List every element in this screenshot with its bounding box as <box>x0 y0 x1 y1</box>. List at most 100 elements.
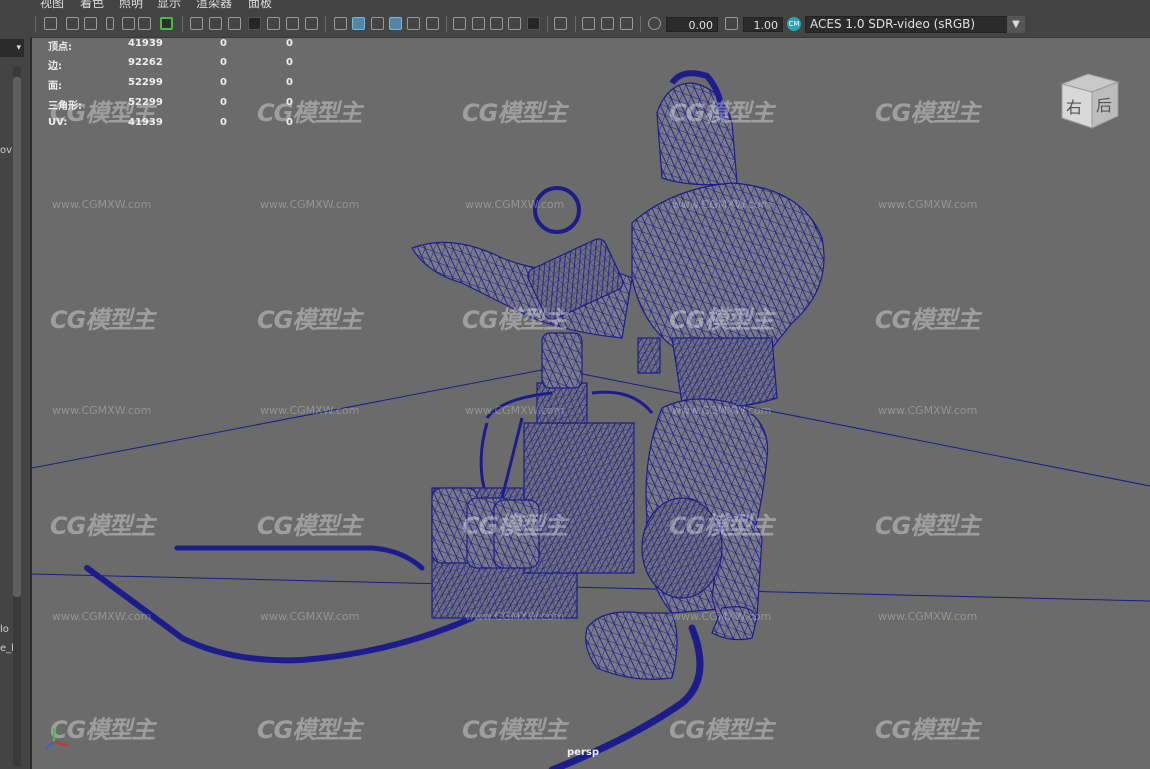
chevron-down-icon[interactable]: ▼ <box>1007 16 1025 33</box>
gate-mask-icon[interactable] <box>248 17 261 30</box>
textured-icon[interactable] <box>426 17 439 30</box>
watermark-url: www.CGMXW.com <box>672 198 772 211</box>
hud-value: 0 <box>220 77 227 88</box>
xray-active-components-icon[interactable] <box>601 17 614 30</box>
panel-text-fragment: ov <box>0 145 13 156</box>
hud-value: 0 <box>286 77 293 88</box>
hud-value: 41939 <box>128 38 163 49</box>
watermark-url: www.CGMXW.com <box>260 610 360 623</box>
hud-value: 0 <box>286 38 293 49</box>
hud-value: 92262 <box>128 57 163 68</box>
toolbar-divider <box>575 16 576 32</box>
watermark-url: www.CGMXW.com <box>52 610 152 623</box>
safe-action-icon[interactable] <box>286 17 299 30</box>
panel-text-fragment: e_l <box>0 643 14 654</box>
left-side-panel: ▾ ov lo e_l <box>0 37 32 769</box>
hud-value: 41939 <box>128 117 163 128</box>
watermark-logo: CG模型主 <box>50 512 155 540</box>
menu-shading[interactable]: 着色 <box>80 0 104 10</box>
menu-renderer[interactable]: 渲染器 <box>196 0 232 10</box>
watermark-logo: CG模型主 <box>669 99 774 127</box>
hud-label: UV: <box>48 117 68 128</box>
watermark-logo: CG模型主 <box>875 99 980 127</box>
two-d-pan-icon[interactable] <box>138 17 151 30</box>
menu-show[interactable]: 显示 <box>157 0 181 10</box>
hud-value: 0 <box>286 117 293 128</box>
exposure-icon[interactable] <box>648 17 661 30</box>
toolbar-divider <box>547 16 548 32</box>
watermark-url: www.CGMXW.com <box>52 404 152 417</box>
toolbar-divider <box>182 16 183 32</box>
panel-menu-bar: 视图 着色 照明 显示 渲染器 面板 <box>0 0 1150 12</box>
menu-view[interactable]: 视图 <box>40 0 64 10</box>
watermark-url: www.CGMXW.com <box>878 198 978 211</box>
xray-joints-icon[interactable] <box>582 17 595 30</box>
watermark-logo: CG模型主 <box>875 306 980 334</box>
watermark-url: www.CGMXW.com <box>465 404 565 417</box>
backface-culling-icon[interactable] <box>620 17 633 30</box>
panel-dropdown[interactable]: ▾ <box>0 39 24 57</box>
watermark-logo: CG模型主 <box>875 716 980 744</box>
hud-value: 0 <box>220 97 227 108</box>
hud-value: 52299 <box>128 97 163 108</box>
watermark-logo: CG模型主 <box>257 512 362 540</box>
watermark-logo: CG模型主 <box>462 512 567 540</box>
hud-label: 面: <box>48 81 62 92</box>
use-all-lights-icon[interactable] <box>453 17 466 30</box>
wireframe-icon[interactable] <box>334 17 347 30</box>
safe-title-icon[interactable] <box>305 17 318 30</box>
resolution-gate-icon[interactable] <box>228 17 241 30</box>
camera-icon[interactable] <box>44 17 57 30</box>
axis-indicator-icon <box>45 728 69 749</box>
view-cube[interactable]: 右 后 <box>1058 70 1122 130</box>
wireframe-on-shaded-icon[interactable] <box>389 17 402 30</box>
anti-aliasing-icon[interactable] <box>527 17 540 30</box>
hud-value: 0 <box>220 117 227 128</box>
exposure-field[interactable]: 0.00 <box>666 17 718 32</box>
view-cube-back-face[interactable]: 后 <box>1096 92 1112 116</box>
grease-pencil-icon[interactable] <box>160 17 173 30</box>
toolbar-divider <box>446 16 447 32</box>
color-management-icon[interactable]: CM <box>787 17 801 31</box>
image-plane-icon[interactable] <box>122 17 135 30</box>
panel-scrollbar[interactable] <box>13 67 21 767</box>
hud-value: 0 <box>220 38 227 49</box>
gamma-icon[interactable] <box>725 17 738 30</box>
watermark-url: www.CGMXW.com <box>52 198 152 211</box>
gamma-field[interactable]: 1.00 <box>743 17 783 32</box>
motion-blur-icon[interactable] <box>508 17 521 30</box>
camera-lock-icon[interactable] <box>84 17 97 30</box>
xray-icon[interactable] <box>407 17 420 30</box>
isolate-select-icon[interactable] <box>554 17 567 30</box>
watermark-logo: CG模型主 <box>669 716 774 744</box>
toolbar-divider <box>640 16 641 32</box>
field-chart-icon[interactable] <box>267 17 280 30</box>
hud-value: 0 <box>286 97 293 108</box>
3d-viewport[interactable]: CG模型主 CG模型主 CG模型主 CG模型主 CG模型主 CG模型主 CG模型… <box>32 37 1150 769</box>
watermark-url: www.CGMXW.com <box>878 404 978 417</box>
toolbar-divider <box>35 16 36 32</box>
film-gate-icon[interactable] <box>209 17 222 30</box>
panel-toolbar: 0.00 1.00 CM ACES 1.0 SDR-video (sRGB) ▼ <box>32 12 1150 38</box>
smooth-shade-icon[interactable] <box>352 17 365 30</box>
watermark-url: www.CGMXW.com <box>260 404 360 417</box>
screen-space-ao-icon[interactable] <box>490 17 503 30</box>
bookmark-icon[interactable] <box>106 17 114 30</box>
camera-attr-icon[interactable] <box>66 17 79 30</box>
watermark-url: www.CGMXW.com <box>878 610 978 623</box>
watermark-url: www.CGMXW.com <box>672 610 772 623</box>
view-cube-right-face[interactable]: 右 <box>1066 94 1082 118</box>
shadows-icon[interactable] <box>472 17 485 30</box>
watermark-logo: CG模型主 <box>669 306 774 334</box>
menu-lighting[interactable]: 照明 <box>119 0 143 10</box>
menu-panels[interactable]: 面板 <box>248 0 272 10</box>
panel-text-fragment: lo <box>0 624 9 635</box>
hud-label: 三角形: <box>48 101 82 112</box>
grid-icon[interactable] <box>190 17 203 30</box>
watermark-logo: CG模型主 <box>257 99 362 127</box>
scrollbar-thumb[interactable] <box>13 77 21 597</box>
watermark-logo: CG模型主 <box>669 512 774 540</box>
view-transform-select[interactable]: ACES 1.0 SDR-video (sRGB) <box>805 16 1025 33</box>
watermark-logo: CG模型主 <box>875 512 980 540</box>
use-default-material-icon[interactable] <box>371 17 384 30</box>
